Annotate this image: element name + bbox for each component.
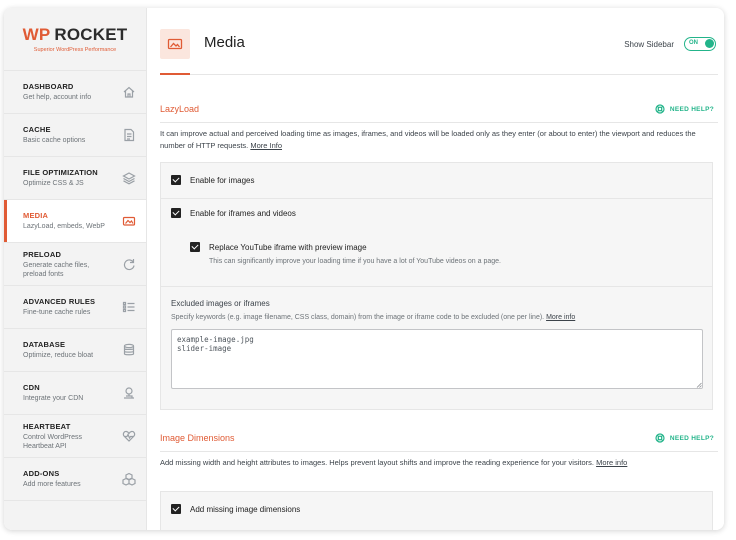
excluded-textarea[interactable]: example-image.jpg slider-image — [171, 329, 703, 389]
lazyload-section-header: LazyLoad NEED HELP? — [160, 102, 718, 123]
sidebar-item-subtitle: LazyLoad, embeds, WebP — [23, 223, 105, 230]
lazyload-description-text: It can improve actual and perceived load… — [160, 129, 696, 150]
need-help-label: NEED HELP? — [669, 105, 714, 113]
image-dimensions-description: Add missing width and height attributes … — [160, 457, 715, 469]
image-dimensions-description-text: Add missing width and height attributes … — [160, 458, 594, 467]
enable-images-label: Enable for images — [190, 175, 255, 185]
sidebar-item-file-optimization[interactable]: FILE OPTIMIZATION Optimize CSS & JS — [4, 157, 146, 200]
enable-iframes-checkbox[interactable] — [171, 208, 181, 218]
sidebar: WP ROCKET Superior WordPress Performance… — [4, 8, 147, 530]
image-dimensions-more-info-link[interactable]: More info — [596, 458, 627, 467]
logo: WP ROCKET Superior WordPress Performance — [4, 8, 146, 71]
sidebar-item-cache[interactable]: CACHE Basic cache options — [4, 114, 146, 157]
option-replace-youtube[interactable]: Replace YouTube iframe with preview imag… — [190, 242, 367, 252]
sidebar-item-database[interactable]: DATABASE Optimize, reduce bloat — [4, 329, 146, 372]
sidebar-item-subtitle: Optimize, reduce bloat — [23, 352, 94, 359]
divider — [161, 286, 712, 287]
need-help-label: NEED HELP? — [669, 434, 714, 442]
sidebar-item-subtitle: Fine-tune cache rules — [23, 309, 91, 316]
page-title: Media — [204, 34, 245, 51]
heartbeat-icon — [122, 429, 136, 443]
lazyload-description: It can improve actual and perceived load… — [160, 128, 715, 152]
sidebar-item-add-ons[interactable]: ADD-ONS Add more features — [4, 458, 146, 501]
sidebar-item-subtitle: Integrate your CDN — [23, 395, 84, 402]
media-icon — [160, 29, 190, 59]
sidebar-item-subtitle: Optimize CSS & JS — [23, 180, 84, 187]
sidebar-item-heartbeat[interactable]: HEARTBEAT Control WordPress Heartbeat AP… — [4, 415, 146, 458]
lazyload-need-help-link[interactable]: NEED HELP? — [655, 104, 714, 114]
image-dimensions-need-help-link[interactable]: NEED HELP? — [655, 433, 714, 443]
logo-tagline: Superior WordPress Performance — [33, 47, 117, 53]
toggle-state-label: ON — [689, 40, 698, 46]
database-icon — [122, 343, 136, 357]
show-sidebar-label: Show Sidebar — [624, 40, 674, 49]
enable-iframes-label: Enable for iframes and videos — [190, 208, 296, 218]
replace-youtube-description: This can significantly improve your load… — [209, 258, 501, 265]
show-sidebar-toggle[interactable]: ON — [684, 37, 716, 51]
add-missing-dimensions-checkbox[interactable] — [171, 504, 181, 514]
header-accent-underline — [160, 73, 190, 75]
option-add-missing-dimensions[interactable]: Add missing image dimensions — [171, 504, 300, 514]
logo-rocket: ROCKET — [54, 25, 128, 44]
lazyload-title: LazyLoad — [160, 104, 200, 114]
sidebar-item-cdn[interactable]: CDN Integrate your CDN — [4, 372, 146, 415]
addons-icon — [122, 472, 136, 486]
image-dimensions-title: Image Dimensions — [160, 433, 235, 443]
replace-youtube-checkbox[interactable] — [190, 242, 200, 252]
cdn-icon — [122, 386, 136, 400]
sidebar-item-subtitle: Basic cache options — [23, 137, 86, 144]
option-enable-images[interactable]: Enable for images — [171, 175, 254, 185]
divider — [161, 198, 712, 199]
header-divider — [160, 74, 718, 75]
help-lifebuoy-icon — [655, 433, 665, 443]
resize-grip-icon[interactable] — [696, 382, 702, 388]
media-icon — [122, 214, 136, 228]
sidebar-item-subtitle: Get help, account info — [23, 94, 92, 101]
help-lifebuoy-icon — [655, 104, 665, 114]
list-icon — [122, 300, 136, 314]
sidebar-item-subtitle: Control WordPress Heartbeat API — [23, 433, 83, 450]
excluded-more-info-link[interactable]: More info — [546, 314, 575, 321]
file-icon — [122, 128, 136, 142]
excluded-label: Excluded images or iframes — [171, 299, 270, 308]
logo-wp: WP — [22, 25, 51, 44]
layers-icon — [122, 171, 136, 185]
lazyload-options-box: Enable for images Enable for iframes and… — [160, 162, 713, 410]
sidebar-item-subtitle: Add more features — [23, 481, 81, 488]
home-icon — [122, 85, 136, 99]
toggle-knob — [705, 39, 714, 48]
refresh-icon — [122, 257, 136, 271]
add-missing-dimensions-label: Add missing image dimensions — [190, 504, 301, 514]
replace-youtube-label: Replace YouTube iframe with preview imag… — [209, 242, 367, 252]
logo-wordmark: WP ROCKET — [23, 25, 128, 45]
enable-images-checkbox[interactable] — [171, 175, 181, 185]
main-panel: Media Show Sidebar ON LazyLoad NEED HELP… — [147, 8, 724, 530]
lazyload-more-info-link[interactable]: More Info — [250, 141, 282, 150]
sidebar-item-dashboard[interactable]: DASHBOARD Get help, account info — [4, 71, 146, 114]
sidebar-item-subtitle: Generate cache files, preload fonts — [23, 261, 90, 278]
app-window: WP ROCKET Superior WordPress Performance… — [4, 8, 724, 530]
page-header: Media Show Sidebar ON — [147, 8, 724, 74]
excluded-description-text: Specify keywords (e.g. image filename, C… — [171, 314, 545, 321]
sidebar-item-media[interactable]: MEDIA LazyLoad, embeds, WebP — [4, 200, 146, 243]
excluded-description: Specify keywords (e.g. image filename, C… — [171, 314, 575, 321]
image-dimensions-options-box: Add missing image dimensions — [160, 491, 713, 530]
sidebar-item-advanced-rules[interactable]: ADVANCED RULES Fine-tune cache rules — [4, 286, 146, 329]
option-enable-iframes[interactable]: Enable for iframes and videos — [171, 208, 296, 218]
sidebar-item-preload[interactable]: PRELOAD Generate cache files, preload fo… — [4, 243, 146, 286]
image-dimensions-section-header: Image Dimensions NEED HELP? — [160, 431, 718, 452]
